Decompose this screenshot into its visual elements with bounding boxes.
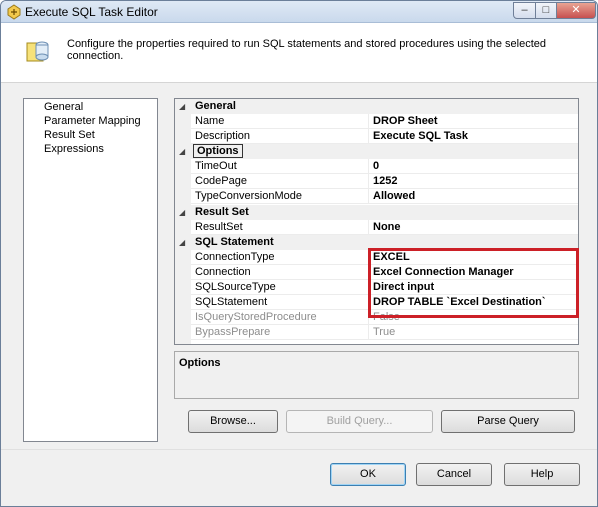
nav-item-expressions[interactable]: Expressions (44, 143, 104, 155)
column-divider (368, 174, 369, 189)
column-divider (368, 280, 369, 295)
collapse-icon[interactable]: ◢ (179, 102, 185, 111)
button-area-separator (1, 449, 597, 450)
column-divider (368, 250, 369, 265)
category-result-set[interactable]: ◢ Result Set (175, 205, 578, 220)
property-label: Connection (195, 266, 251, 278)
column-divider (368, 310, 369, 325)
window-title: Execute SQL Task Editor (25, 5, 158, 19)
property-label: IsQueryStoredProcedure (195, 311, 317, 323)
column-divider (368, 295, 369, 310)
parse-query-button[interactable]: Parse Query (441, 410, 575, 433)
property-row-timeout[interactable]: TimeOut 0 (175, 159, 578, 174)
property-value[interactable]: Execute SQL Task (373, 130, 468, 142)
category-label: SQL Statement (195, 236, 274, 248)
nav-item-result-set[interactable]: Result Set (44, 129, 95, 141)
category-label: Options (193, 144, 243, 158)
category-options[interactable]: ◢ Options (175, 144, 578, 159)
database-task-icon (26, 41, 49, 62)
property-value[interactable]: None (373, 221, 401, 233)
property-value[interactable]: 1252 (373, 175, 397, 187)
property-row-sqlsourcetype[interactable]: SQLSourceType Direct input (175, 280, 578, 295)
ok-button[interactable]: OK (330, 463, 406, 486)
collapse-icon[interactable]: ◢ (179, 208, 185, 217)
property-label: SQLSourceType (195, 281, 276, 293)
property-row-description[interactable]: Description Execute SQL Task (175, 129, 578, 144)
title-bar[interactable]: Execute SQL Task Editor – □ ✕ (1, 1, 597, 23)
property-row-sqlstatement[interactable]: SQLStatement DROP TABLE `Excel Destinati… (175, 295, 578, 310)
property-value[interactable]: EXCEL (373, 251, 410, 263)
nav-item-parameter-mapping[interactable]: Parameter Mapping (44, 115, 141, 127)
property-label: ResultSet (195, 221, 243, 233)
property-value[interactable]: Allowed (373, 190, 415, 202)
dialog-window: Execute SQL Task Editor – □ ✕ Configure … (0, 0, 598, 507)
property-value[interactable]: Direct input (373, 281, 434, 293)
help-button[interactable]: Help (504, 463, 580, 486)
property-row-connectiontype[interactable]: ConnectionType EXCEL (175, 250, 578, 265)
maximize-button[interactable]: □ (535, 2, 557, 19)
property-row-codepage[interactable]: CodePage 1252 (175, 174, 578, 189)
close-icon: ✕ (571, 4, 581, 16)
browse-button[interactable]: Browse... (188, 410, 278, 433)
page-navigation-list: General Parameter Mapping Result Set Exp… (23, 98, 158, 442)
property-row-resultset[interactable]: ResultSet None (175, 220, 578, 235)
minimize-icon: – (521, 4, 528, 16)
property-row-typeconversionmode[interactable]: TypeConversionMode Allowed (175, 189, 578, 204)
task-editor-icon (7, 4, 21, 20)
property-value[interactable]: 0 (373, 160, 379, 172)
category-sql-statement[interactable]: ◢ SQL Statement (175, 235, 578, 250)
category-label: General (195, 100, 236, 112)
collapse-icon[interactable]: ◢ (179, 238, 185, 247)
column-divider (368, 265, 369, 280)
close-button[interactable]: ✕ (556, 2, 596, 19)
property-label: TimeOut (195, 160, 237, 172)
property-label: SQLStatement (195, 296, 268, 308)
category-label: Result Set (195, 206, 249, 218)
property-grid: ◢ General Name DROP Sheet Description Ex… (174, 98, 579, 345)
nav-item-general[interactable]: General (44, 101, 83, 113)
header-description: Configure the properties required to run… (67, 38, 546, 62)
property-label: CodePage (195, 175, 247, 187)
header-banner: Configure the properties required to run… (1, 23, 597, 83)
description-title: Options (179, 357, 221, 369)
column-divider (368, 159, 369, 174)
minimize-button[interactable]: – (513, 2, 536, 19)
column-divider (368, 129, 369, 144)
property-label: BypassPrepare (195, 326, 271, 338)
property-label: TypeConversionMode (195, 190, 303, 202)
maximize-icon: □ (542, 4, 550, 16)
property-value[interactable]: Excel Connection Manager (373, 266, 514, 278)
column-divider (368, 220, 369, 235)
collapse-icon[interactable]: ◢ (179, 147, 185, 156)
property-value: True (373, 326, 396, 338)
property-value[interactable]: DROP Sheet (373, 115, 438, 127)
cancel-button[interactable]: Cancel (416, 463, 492, 486)
property-row-name[interactable]: Name DROP Sheet (175, 114, 578, 129)
column-divider (368, 325, 369, 340)
category-general[interactable]: ◢ General (175, 99, 578, 114)
property-label: ConnectionType (195, 251, 275, 263)
property-label: Name (195, 115, 225, 127)
property-row-connection[interactable]: Connection Excel Connection Manager (175, 265, 578, 280)
column-divider (368, 114, 369, 129)
build-query-button: Build Query... (286, 410, 433, 433)
property-value[interactable]: DROP TABLE `Excel Destination` (373, 296, 546, 308)
property-value: False (373, 311, 400, 323)
property-row-isquerystoredprocedure: IsQueryStoredProcedure False (175, 310, 578, 325)
column-divider (368, 189, 369, 204)
property-row-bypassprepare: BypassPrepare True (175, 325, 578, 340)
property-description-pane: Options (174, 351, 579, 399)
property-label: Description (195, 130, 251, 142)
